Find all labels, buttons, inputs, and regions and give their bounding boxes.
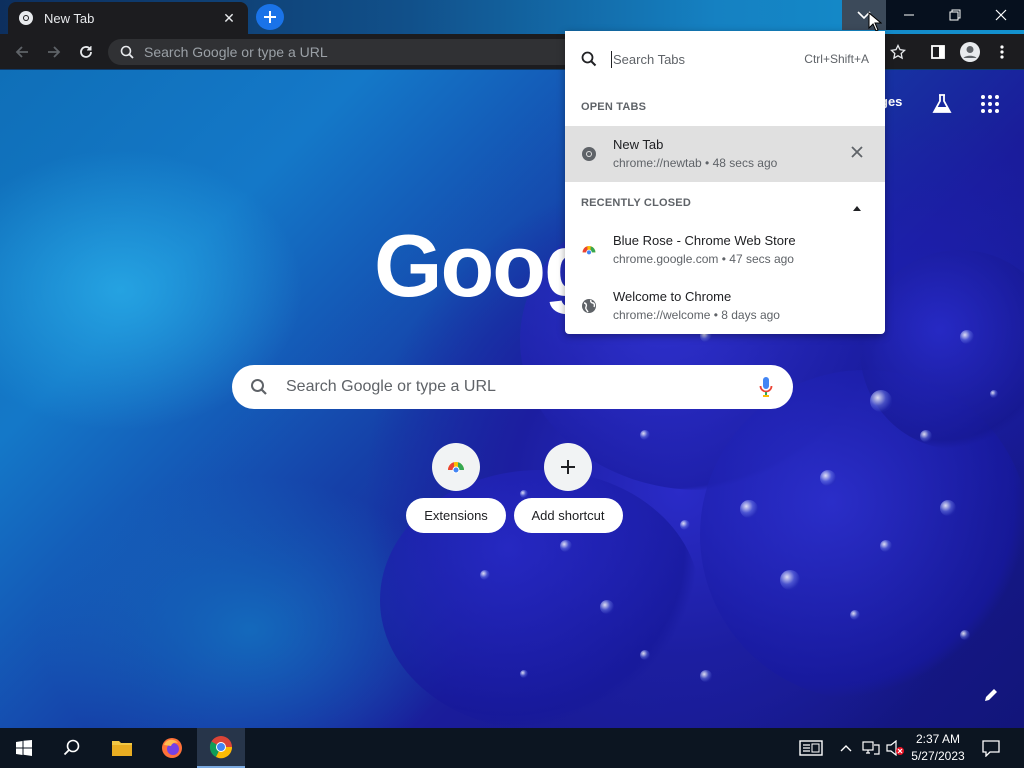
collapse-caret-icon[interactable]: [853, 198, 861, 216]
chrome-web-store-icon: [581, 242, 597, 258]
chrome-favicon-icon: [18, 10, 34, 26]
shortcut-label: Extensions: [406, 498, 506, 533]
start-button[interactable]: [0, 728, 48, 768]
back-arrow-icon: [15, 46, 28, 58]
minimize-button[interactable]: [886, 0, 932, 30]
forward-button[interactable]: [44, 42, 64, 62]
shortcut-label: Add shortcut: [513, 498, 623, 533]
news-widget-button[interactable]: [796, 728, 826, 768]
open-tabs-header: OPEN TABS: [581, 101, 647, 113]
new-tab-button[interactable]: [256, 4, 284, 30]
search-icon: [251, 379, 267, 395]
customize-pencil-icon[interactable]: [982, 686, 1000, 709]
title-bar: New Tab ✕: [0, 0, 1024, 34]
folder-icon: [112, 741, 132, 756]
chrome-taskbar-button[interactable]: [197, 728, 245, 768]
mouse-cursor-icon: [868, 12, 882, 32]
side-panel-button[interactable]: [928, 42, 948, 62]
tab-item-meta: chrome://newtab • 48 secs ago: [613, 156, 778, 170]
reload-icon: [80, 46, 92, 58]
news-icon: [799, 740, 823, 756]
chrome-web-store-icon: [432, 443, 480, 491]
volume-muted-icon[interactable]: [884, 728, 906, 768]
recently-closed-item[interactable]: Welcome to Chrome chrome://welcome • 8 d…: [565, 278, 885, 334]
firefox-button[interactable]: [150, 728, 194, 768]
tab-title: New Tab: [44, 10, 95, 26]
close-window-button[interactable]: [978, 0, 1024, 30]
search-icon: [581, 51, 597, 67]
notification-icon: [982, 740, 1000, 757]
plus-icon: [264, 11, 276, 23]
globe-icon: [581, 298, 597, 314]
chevron-up-icon: [840, 745, 852, 752]
ntp-search-box[interactable]: [232, 365, 793, 409]
avatar-icon: [960, 42, 980, 62]
show-hidden-icons-button[interactable]: [836, 728, 856, 768]
forward-arrow-icon: [48, 46, 61, 58]
minimize-icon: [904, 14, 914, 16]
close-icon: [995, 9, 1007, 21]
tab-item-meta: chrome://welcome • 8 days ago: [613, 308, 780, 322]
google-apps-icon[interactable]: [980, 94, 1000, 119]
voice-search-mic-icon[interactable]: [759, 376, 773, 403]
system-clock[interactable]: 2:37 AM 5/27/2023: [908, 731, 968, 765]
recently-closed-header: RECENTLY CLOSED: [581, 197, 691, 209]
labs-flask-icon[interactable]: [931, 93, 953, 120]
search-icon: [63, 739, 80, 756]
chrome-icon: [209, 736, 233, 759]
notification-center-button[interactable]: [976, 728, 1006, 768]
google-logo: Goog: [374, 216, 598, 315]
recently-closed-item[interactable]: Blue Rose - Chrome Web Store chrome.goog…: [565, 222, 885, 278]
chrome-favicon-icon: [581, 146, 597, 162]
tab-item-meta: chrome.google.com • 47 secs ago: [613, 252, 794, 266]
menu-button[interactable]: [992, 42, 1012, 62]
bookmark-star-button[interactable]: [888, 42, 908, 62]
tab-search-input[interactable]: [611, 50, 781, 68]
windows-logo-icon: [16, 740, 32, 756]
tab-new-tab[interactable]: New Tab ✕: [8, 2, 248, 34]
close-tab-icon[interactable]: [849, 144, 865, 165]
reload-button[interactable]: [76, 42, 96, 62]
windows-taskbar: 2:37 AM 5/27/2023: [0, 728, 1024, 768]
shortcut-add[interactable]: Add shortcut: [512, 443, 624, 533]
side-panel-icon: [931, 45, 945, 59]
restore-button[interactable]: [932, 0, 978, 30]
ntp-search-input[interactable]: [284, 377, 724, 397]
search-icon: [120, 45, 134, 59]
tab-search-panel: Ctrl+Shift+A OPEN TABS New Tab chrome://…: [565, 31, 885, 334]
tab-item-title: Blue Rose - Chrome Web Store: [613, 233, 796, 248]
open-tab-item[interactable]: New Tab chrome://newtab • 48 secs ago: [565, 126, 885, 182]
taskbar-search-button[interactable]: [50, 728, 94, 768]
star-icon: [890, 44, 906, 60]
close-tab-icon[interactable]: ✕: [220, 10, 238, 27]
restore-icon: [949, 9, 961, 21]
firefox-icon: [162, 738, 182, 758]
omnibox-input[interactable]: [142, 43, 562, 61]
shortcut-extensions[interactable]: Extensions: [400, 443, 512, 533]
network-icon[interactable]: [860, 728, 882, 768]
tab-item-title: Welcome to Chrome: [613, 289, 732, 304]
clock-date: 5/27/2023: [911, 749, 965, 763]
kebab-menu-icon: [1000, 45, 1004, 59]
profile-avatar-button[interactable]: [958, 40, 982, 64]
add-icon: [544, 443, 592, 491]
keyboard-shortcut-hint: Ctrl+Shift+A: [804, 52, 869, 66]
tab-item-title: New Tab: [613, 137, 664, 152]
file-explorer-button[interactable]: [100, 728, 144, 768]
back-button[interactable]: [12, 42, 32, 62]
clock-time: 2:37 AM: [915, 732, 961, 746]
